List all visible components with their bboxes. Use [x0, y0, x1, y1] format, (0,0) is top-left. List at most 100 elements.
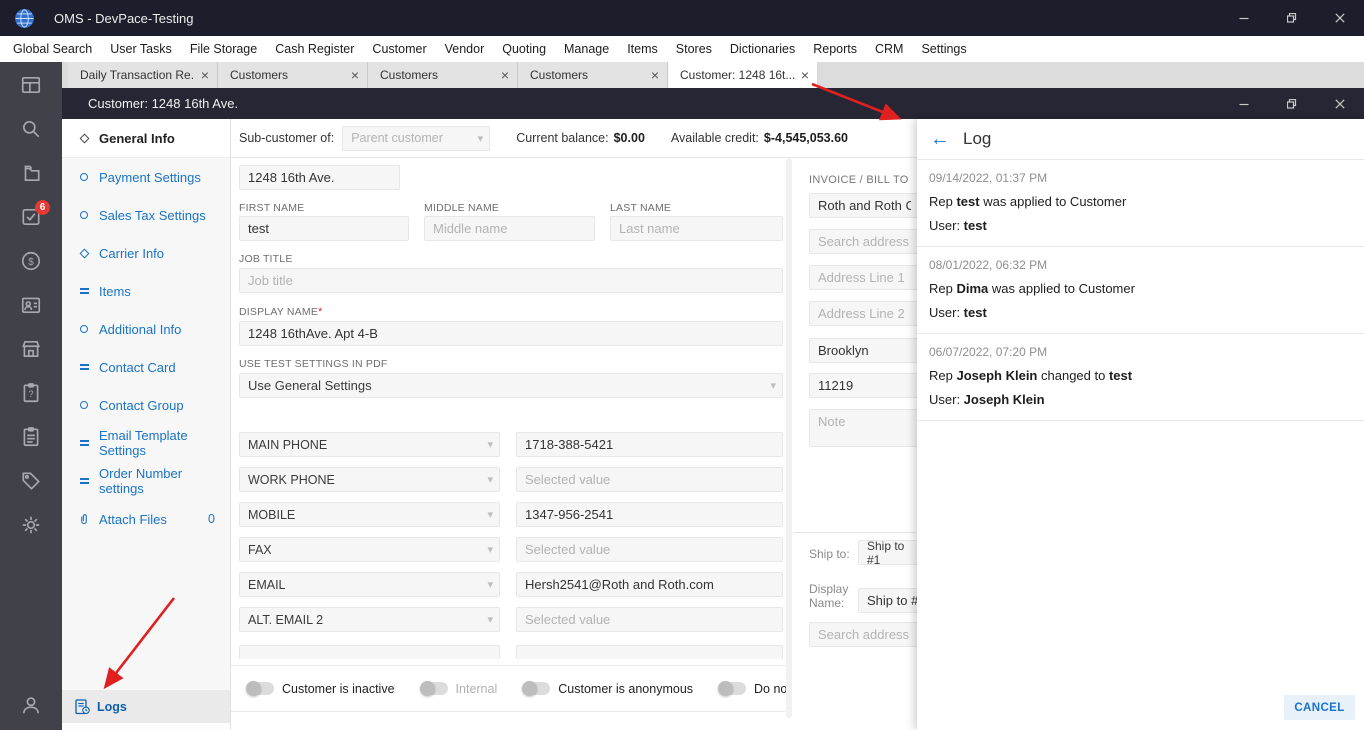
- mobile-input[interactable]: [516, 502, 783, 527]
- job-title-input[interactable]: [239, 268, 783, 293]
- close-button[interactable]: [1316, 0, 1364, 36]
- toggle-internal[interactable]: Internal: [419, 681, 497, 696]
- nav-item-contact-group[interactable]: Contact Group: [62, 386, 230, 424]
- restore-button[interactable]: [1268, 0, 1316, 36]
- menu-item-settings[interactable]: Settings: [912, 42, 975, 56]
- contact-card-icon[interactable]: [20, 294, 42, 316]
- tab-close-icon[interactable]: ×: [501, 68, 509, 82]
- nav-item-payment-settings[interactable]: Payment Settings: [62, 158, 230, 196]
- email-type-select[interactable]: EMAIL ▾: [239, 572, 500, 597]
- nav-item-attach-files[interactable]: Attach Files 0: [62, 500, 230, 538]
- menu-item-crm[interactable]: CRM: [866, 42, 912, 56]
- company-name-input[interactable]: [239, 165, 400, 190]
- middle-name-input[interactable]: [424, 216, 595, 241]
- nav-item-order-number-settings[interactable]: Order Number settings: [62, 462, 230, 500]
- alt-email-type-select[interactable]: ALT. EMAIL 2 ▾: [239, 607, 500, 632]
- alt-email-input[interactable]: [516, 607, 783, 632]
- customer-summary-bar: Sub-customer of: Parent customer ▾ Curre…: [231, 119, 917, 158]
- tab-customers-3[interactable]: Customers ×: [518, 62, 668, 88]
- menu-item-quoting[interactable]: Quoting: [493, 42, 555, 56]
- work-phone-type-select[interactable]: WORK PHONE ▾: [239, 467, 500, 492]
- clipboard-list-icon[interactable]: [20, 426, 42, 448]
- menu-item-global-search[interactable]: Global Search: [4, 42, 101, 56]
- main-phone-input[interactable]: [516, 432, 783, 457]
- tasks-icon[interactable]: 6: [20, 200, 50, 228]
- mobile-type-select[interactable]: MOBILE ▾: [239, 502, 500, 527]
- customer-window: Customer: 1248 16th Ave. General Info Pa…: [62, 88, 1364, 730]
- store-icon[interactable]: [20, 338, 42, 360]
- nav-item-items[interactable]: Items: [62, 272, 230, 310]
- display-name-label: DISPLAY NAME*: [239, 306, 323, 318]
- clipboard-question-icon[interactable]: ?: [20, 382, 42, 404]
- toggle-switch[interactable]: [522, 681, 551, 696]
- invoice-address-line1-input[interactable]: [809, 265, 920, 290]
- partial-field-select[interactable]: [239, 645, 500, 659]
- invoice-company-input[interactable]: [809, 193, 920, 218]
- menu-item-manage[interactable]: Manage: [555, 42, 618, 56]
- gear-icon[interactable]: [20, 514, 42, 536]
- tab-close-icon[interactable]: ×: [201, 68, 209, 82]
- work-phone-input[interactable]: [516, 467, 783, 492]
- menu-item-customer[interactable]: Customer: [363, 42, 435, 56]
- toggle-switch[interactable]: [419, 681, 448, 696]
- menu-item-dictionaries[interactable]: Dictionaries: [721, 42, 804, 56]
- email-input[interactable]: [516, 572, 783, 597]
- tab-customers-1[interactable]: Customers ×: [218, 62, 368, 88]
- log-panel-title: Log: [963, 129, 992, 148]
- menu-item-items[interactable]: Items: [618, 42, 667, 56]
- invoice-city-input[interactable]: [809, 338, 920, 363]
- toggle-customer-inactive[interactable]: Customer is inactive: [246, 681, 395, 696]
- tab-bar: Daily Transaction Re... × Customers × Cu…: [62, 62, 1364, 88]
- back-arrow-icon[interactable]: ←: [930, 128, 956, 151]
- menu-item-reports[interactable]: Reports: [804, 42, 866, 56]
- minimize-button[interactable]: [1220, 0, 1268, 36]
- inner-minimize-button[interactable]: [1220, 88, 1268, 119]
- invoice-address-line2-input[interactable]: [809, 301, 920, 326]
- last-name-input[interactable]: [610, 216, 783, 241]
- menu-item-user-tasks[interactable]: User Tasks: [101, 42, 181, 56]
- tab-close-icon[interactable]: ×: [801, 68, 809, 82]
- menu-item-vendor[interactable]: Vendor: [436, 42, 494, 56]
- main-phone-type-select[interactable]: MAIN PHONE ▾: [239, 432, 500, 457]
- folders-icon[interactable]: [20, 162, 42, 184]
- tab-close-icon[interactable]: ×: [651, 68, 659, 82]
- search-icon[interactable]: [20, 118, 42, 140]
- parent-customer-select[interactable]: Parent customer ▾: [342, 125, 491, 151]
- cancel-button[interactable]: CANCEL: [1284, 695, 1355, 720]
- invoice-search-address-input[interactable]: [809, 229, 920, 254]
- invoice-zip-input[interactable]: [809, 373, 920, 398]
- ship-search-address-input[interactable]: [809, 622, 920, 647]
- toggle-switch[interactable]: [246, 681, 274, 696]
- inner-restore-button[interactable]: [1268, 88, 1316, 119]
- ship-display-name-label: Display Name:: [809, 582, 849, 610]
- toggle-switch[interactable]: [718, 681, 747, 696]
- nav-item-sales-tax-settings[interactable]: Sales Tax Settings: [62, 196, 230, 234]
- user-icon[interactable]: [20, 694, 42, 716]
- tab-customer-1248[interactable]: Customer: 1248 16t... ×: [668, 62, 818, 88]
- display-name-input[interactable]: [239, 321, 783, 346]
- pdf-settings-select[interactable]: Use General Settings ▾: [239, 373, 783, 398]
- inner-close-button[interactable]: [1316, 88, 1364, 119]
- tab-close-icon[interactable]: ×: [351, 68, 359, 82]
- tab-daily-transaction-report[interactable]: Daily Transaction Re... ×: [68, 62, 218, 88]
- money-icon[interactable]: $: [20, 250, 42, 272]
- fax-type-select[interactable]: FAX ▾: [239, 537, 500, 562]
- form-scrollbar[interactable]: [786, 158, 792, 718]
- logs-button[interactable]: Logs: [62, 690, 230, 723]
- toggle-customer-anonymous[interactable]: Customer is anonymous: [522, 681, 693, 696]
- invoice-note-input[interactable]: Note: [809, 409, 920, 447]
- nav-item-general-info[interactable]: General Info: [62, 119, 230, 158]
- nav-item-carrier-info[interactable]: Carrier Info: [62, 234, 230, 272]
- first-name-input[interactable]: [239, 216, 409, 241]
- fax-input[interactable]: [516, 537, 783, 562]
- menu-item-stores[interactable]: Stores: [667, 42, 721, 56]
- tag-icon[interactable]: [20, 470, 42, 492]
- nav-item-additional-info[interactable]: Additional Info: [62, 310, 230, 348]
- nav-item-contact-card[interactable]: Contact Card: [62, 348, 230, 386]
- dashboard-grid-icon[interactable]: [20, 74, 42, 96]
- tab-customers-2[interactable]: Customers ×: [368, 62, 518, 88]
- menu-item-file-storage[interactable]: File Storage: [181, 42, 266, 56]
- partial-field-input[interactable]: [516, 645, 783, 659]
- menu-item-cash-register[interactable]: Cash Register: [266, 42, 363, 56]
- nav-item-email-template-settings[interactable]: Email Template Settings: [62, 424, 230, 462]
